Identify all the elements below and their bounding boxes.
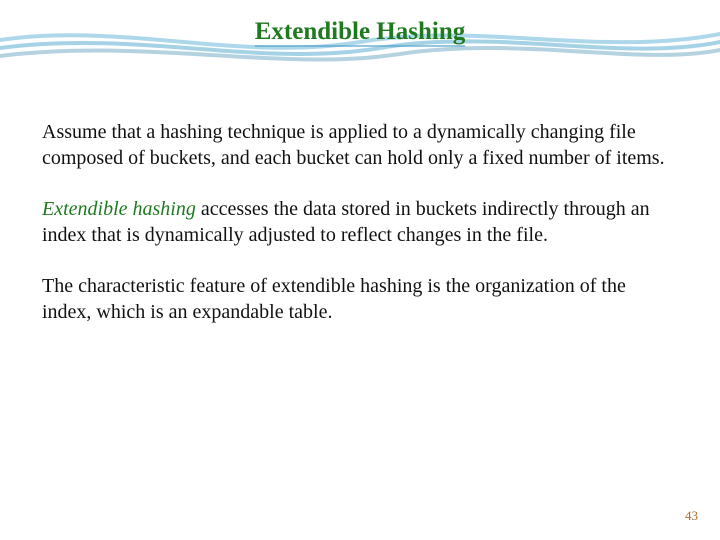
slide-body: Assume that a hashing technique is appli… xyxy=(42,120,670,352)
term-extendible-hashing: Extendible hashing xyxy=(42,198,196,220)
page-number: 43 xyxy=(685,508,698,524)
paragraph-3: The characteristic feature of extendible… xyxy=(42,274,670,325)
slide-title: Extendible Hashing xyxy=(0,18,720,46)
paragraph-1: Assume that a hashing technique is appli… xyxy=(42,120,670,171)
slide: Extendible Hashing Assume that a hashing… xyxy=(0,0,720,540)
paragraph-2: Extendible hashing accesses the data sto… xyxy=(42,197,670,248)
